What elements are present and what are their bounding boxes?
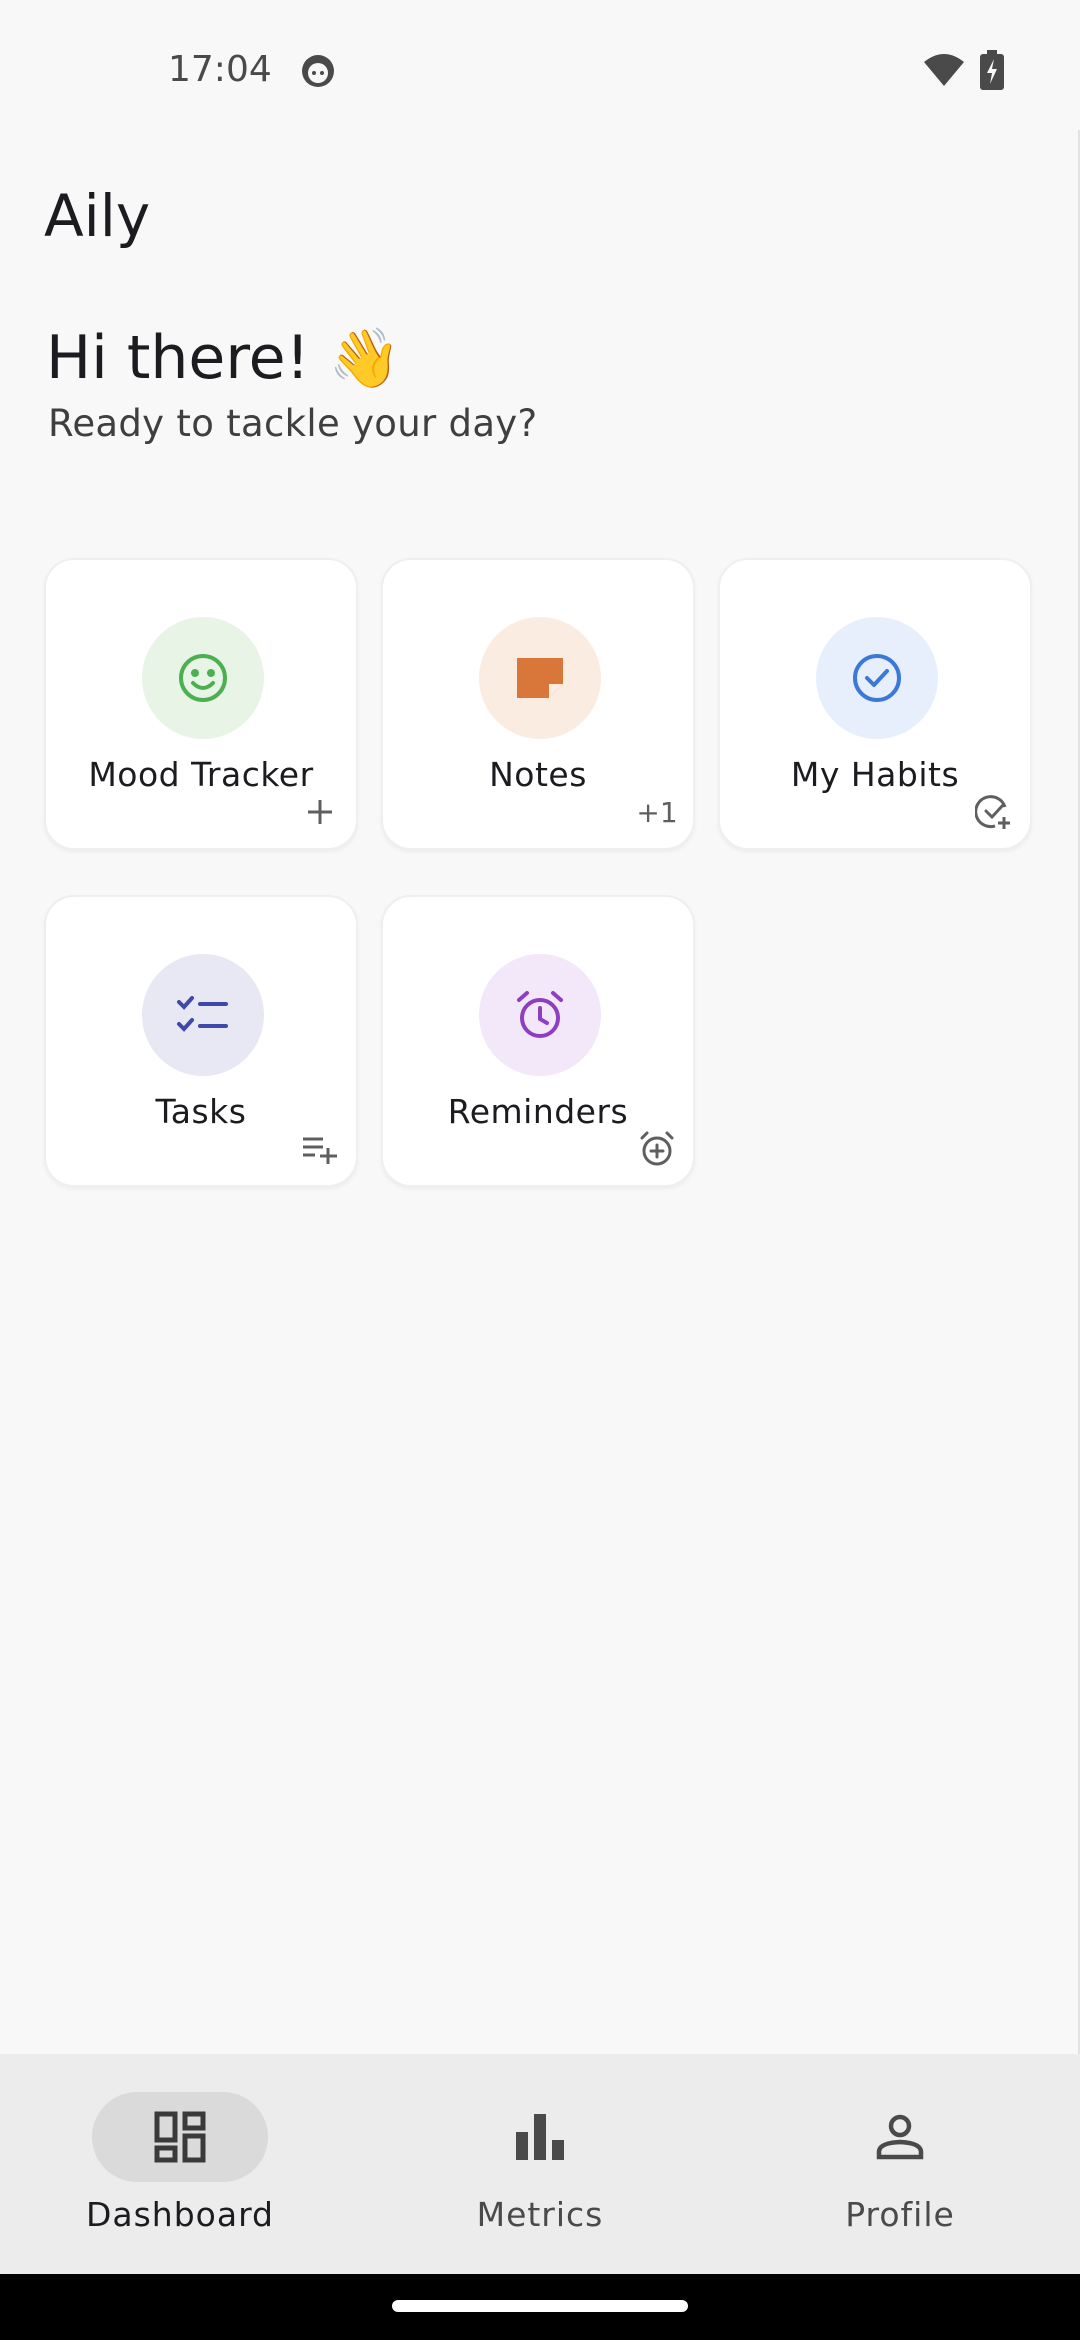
card-mood-tracker[interactable]: Mood Tracker <box>44 558 358 850</box>
nav-item-metrics[interactable]: Metrics <box>360 2054 720 2274</box>
greeting-subtitle: Ready to tackle your day? <box>48 402 538 445</box>
check-plus-icon[interactable] <box>974 792 1014 832</box>
nav-label-dashboard: Dashboard <box>85 2195 275 2234</box>
nav-label-metrics: Metrics <box>476 2195 604 2234</box>
card-tasks[interactable]: Tasks <box>44 895 358 1187</box>
app-title: Aily <box>44 182 151 250</box>
plus-one-action[interactable]: +1 <box>636 792 677 832</box>
plus-icon[interactable] <box>300 792 340 832</box>
waving-hand-icon: 👋 <box>328 324 401 392</box>
greeting-title: Hi there! 👋 <box>46 318 401 398</box>
dashboard-icon <box>92 2092 268 2182</box>
check-circle-icon <box>816 617 938 739</box>
person-icon <box>812 2092 988 2182</box>
status-time: 17:04 <box>168 49 272 90</box>
nav-item-dashboard[interactable]: Dashboard <box>0 2054 360 2274</box>
alarm-icon <box>479 954 601 1076</box>
bar-chart-icon <box>452 2092 628 2182</box>
smile-icon <box>142 617 264 739</box>
battery-charging-icon <box>980 50 1004 90</box>
home-gesture-handle[interactable] <box>392 2300 688 2312</box>
card-my-habits[interactable]: My Habits <box>718 558 1032 850</box>
bottom-navigation: Dashboard Metrics Profile <box>0 2054 1080 2274</box>
greeting-text: Hi there! <box>46 323 310 393</box>
card-reminders[interactable]: Reminders <box>381 895 695 1187</box>
playlist-add-icon[interactable] <box>300 1129 340 1169</box>
card-notes[interactable]: Notes +1 <box>381 558 695 850</box>
nav-item-profile[interactable]: Profile <box>720 2054 1080 2274</box>
wifi-icon <box>922 52 966 88</box>
checklist-icon <box>142 954 264 1076</box>
alarm-add-icon[interactable] <box>637 1129 677 1169</box>
face-notification-icon <box>300 53 336 89</box>
note-icon <box>479 617 601 739</box>
nav-label-profile: Profile <box>845 2195 955 2234</box>
